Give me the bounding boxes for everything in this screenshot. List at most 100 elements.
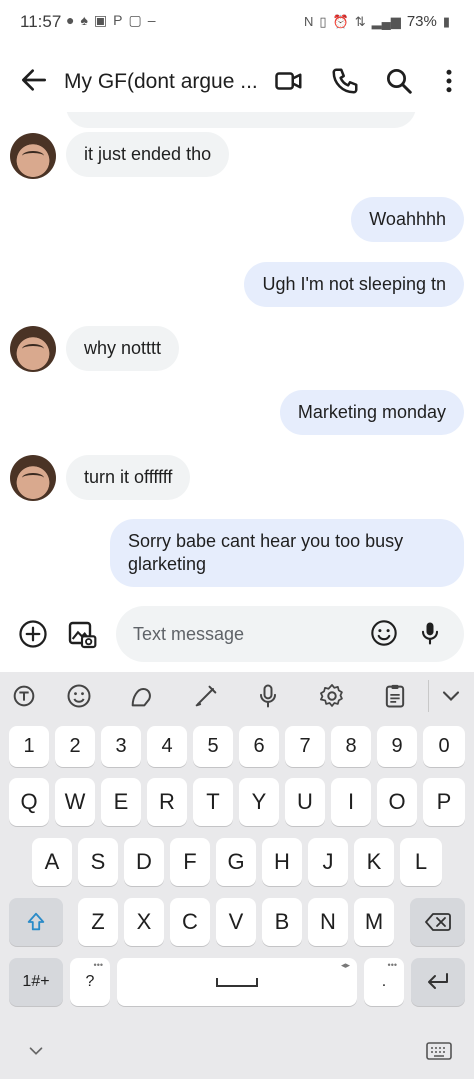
keyboard-switch-icon[interactable]: [425, 1040, 453, 1062]
space-icon: [216, 978, 258, 987]
incoming-message[interactable]: turn it offffff: [66, 455, 191, 500]
key-b[interactable]: B: [262, 898, 302, 946]
notification-icons: ● ♠ ▣ P ▢ –: [66, 12, 156, 29]
outgoing-message[interactable]: Woahhhh: [351, 197, 464, 242]
backspace-key[interactable]: [410, 898, 465, 946]
space-hint: ◂▸: [340, 960, 350, 970]
gallery-camera-icon[interactable]: [66, 619, 98, 651]
key-k[interactable]: K: [354, 838, 394, 886]
enter-icon: [428, 973, 448, 989]
key-7[interactable]: 7: [285, 726, 325, 767]
key-z[interactable]: Z: [78, 898, 118, 946]
sticker-icon[interactable]: [128, 682, 156, 710]
incoming-message[interactable]: why notttt: [66, 326, 180, 371]
key-q[interactable]: Q: [9, 778, 49, 826]
alarm-icon: ⏰: [332, 13, 349, 29]
key-p[interactable]: P: [423, 778, 465, 826]
key-x[interactable]: X: [124, 898, 164, 946]
contact-avatar[interactable]: [10, 133, 56, 179]
key-2[interactable]: 2: [55, 726, 95, 767]
wifi-calling-icon: ⇅: [354, 13, 366, 29]
message-input[interactable]: Text message: [116, 606, 464, 662]
key-i[interactable]: I: [331, 778, 371, 826]
period-key[interactable]: ••• .: [364, 958, 404, 1006]
key-9[interactable]: 9: [377, 726, 417, 767]
key-3[interactable]: 3: [101, 726, 141, 767]
key-5[interactable]: 5: [193, 726, 233, 767]
key-c[interactable]: C: [170, 898, 210, 946]
key-0[interactable]: 0: [423, 726, 465, 767]
paypal-icon: P: [113, 12, 123, 28]
contact-avatar[interactable]: [10, 326, 56, 372]
key-w[interactable]: W: [55, 778, 95, 826]
question-mark-key[interactable]: ••• ?: [70, 958, 110, 1006]
collapse-toolbar-chevron-icon[interactable]: [437, 682, 465, 710]
period-label: .: [381, 973, 387, 990]
outgoing-message[interactable]: Marketing monday: [279, 390, 464, 435]
enter-key[interactable]: [411, 958, 465, 1006]
contact-avatar[interactable]: [10, 455, 56, 501]
phone-call-icon[interactable]: [330, 66, 360, 96]
key-e[interactable]: E: [101, 778, 141, 826]
message-input-placeholder: Text message: [133, 624, 245, 644]
key-v[interactable]: V: [216, 898, 256, 946]
video-call-icon[interactable]: [274, 66, 304, 96]
key-n[interactable]: N: [308, 898, 348, 946]
shift-key[interactable]: [9, 898, 63, 946]
battery-icon: ▮: [442, 13, 450, 29]
key-hint: •••: [387, 960, 397, 970]
key-4[interactable]: 4: [147, 726, 187, 767]
key-u[interactable]: U: [285, 778, 325, 826]
hide-keyboard-chevron-icon[interactable]: [25, 1040, 47, 1062]
handwriting-icon[interactable]: [192, 682, 220, 710]
incoming-message[interactable]: it just ended tho: [66, 132, 230, 177]
outgoing-message[interactable]: Ugh I'm not sleeping tn: [244, 262, 464, 307]
toolbar-divider: [428, 680, 429, 712]
voice-message-icon[interactable]: [416, 619, 444, 647]
compose-bar: Text message: [0, 604, 474, 672]
key-d[interactable]: D: [124, 838, 164, 886]
previous-message-fragment: [66, 112, 416, 128]
key-g[interactable]: G: [216, 838, 256, 886]
key-y[interactable]: Y: [239, 778, 279, 826]
key-f[interactable]: F: [170, 838, 210, 886]
key-s[interactable]: S: [78, 838, 118, 886]
key-j[interactable]: J: [308, 838, 348, 886]
nfc-icon: N: [303, 14, 314, 29]
translate-mode-icon[interactable]: [10, 682, 38, 710]
clipboard-icon[interactable]: [381, 682, 409, 710]
battery-percent: 73%: [406, 13, 437, 30]
key-1[interactable]: 1: [9, 726, 49, 767]
key-r[interactable]: R: [147, 778, 187, 826]
key-8[interactable]: 8: [331, 726, 371, 767]
add-attachment-icon[interactable]: [18, 619, 48, 649]
message-list[interactable]: it just ended tho Woahhhh Ugh I'm not sl…: [0, 112, 474, 612]
key-m[interactable]: M: [354, 898, 394, 946]
settings-gear-icon[interactable]: [318, 682, 346, 710]
back-arrow-icon[interactable]: [18, 64, 50, 96]
question-mark-label: ?: [85, 973, 95, 990]
shift-arrow-icon: [27, 912, 45, 931]
emoji-keyboard-icon[interactable]: [65, 682, 93, 710]
voice-input-icon[interactable]: [254, 682, 282, 710]
space-bar[interactable]: ◂▸: [117, 958, 357, 1006]
key-hint: •••: [93, 960, 103, 970]
symbols-key[interactable]: 1#+: [9, 958, 63, 1006]
status-bar: 11:57 ● ♠ ▣ P ▢ – N ▯ ⏰ ⇅ ▂▄▆ 73% ▮: [0, 0, 474, 44]
key-o[interactable]: O: [377, 778, 417, 826]
more-options-icon[interactable]: [434, 66, 464, 96]
key-6[interactable]: 6: [239, 726, 279, 767]
conversation-header: My GF(dont argue ...: [0, 52, 474, 112]
facebook-icon: ●: [66, 12, 75, 28]
key-l[interactable]: L: [400, 838, 442, 886]
key-a[interactable]: A: [32, 838, 72, 886]
search-icon[interactable]: [384, 66, 414, 96]
emoji-icon[interactable]: [370, 619, 398, 647]
key-t[interactable]: T: [193, 778, 233, 826]
keyboard-toolbar: [0, 672, 474, 720]
conversation-title[interactable]: My GF(dont argue ...: [64, 70, 258, 94]
key-h[interactable]: H: [262, 838, 302, 886]
backspace-icon: [424, 913, 451, 931]
twitch-icon: ▢: [128, 12, 142, 28]
outgoing-message[interactable]: Sorry babe cant hear you too busy glarke…: [110, 519, 464, 587]
